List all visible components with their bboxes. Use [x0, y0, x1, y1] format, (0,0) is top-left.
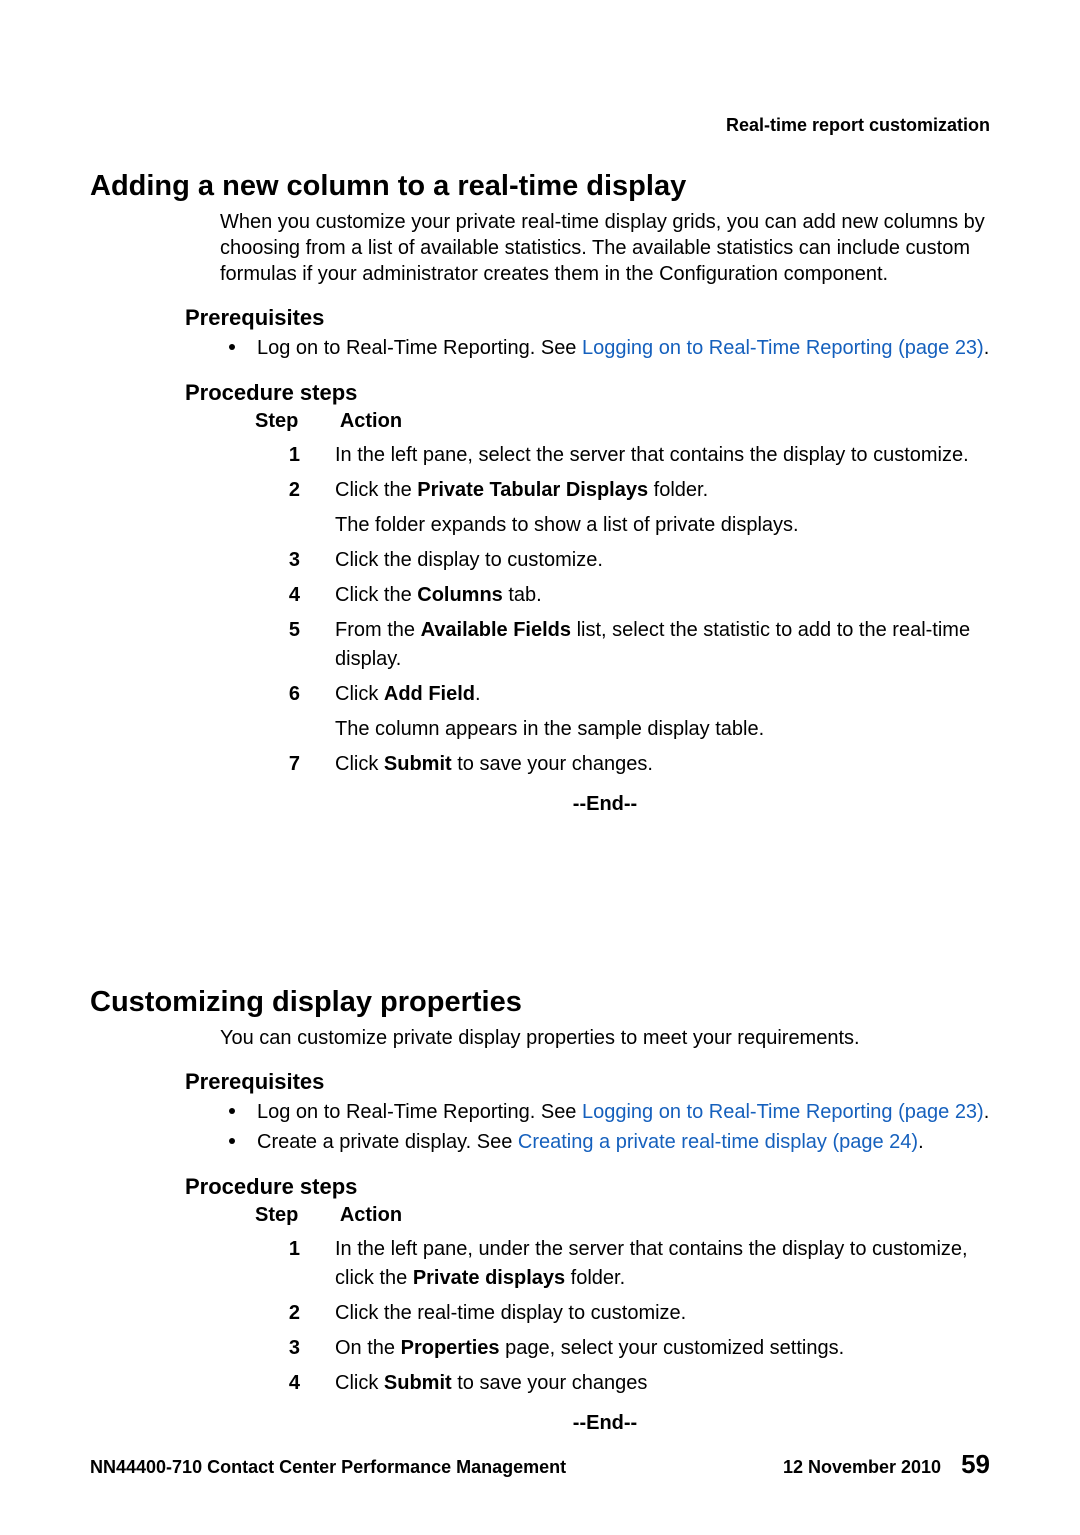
- procedure-step: 2Click the real-time display to customiz…: [255, 1299, 990, 1328]
- step-number: 3: [255, 1334, 335, 1363]
- bullet-icon: [229, 1108, 235, 1114]
- cross-reference-link[interactable]: Logging on to Real-Time Reporting (page …: [582, 337, 984, 359]
- step-label: Step: [255, 410, 335, 433]
- step-number: 6: [255, 680, 335, 709]
- step-header: Step Action: [255, 1204, 990, 1227]
- section2-prereq-heading: Prerequisites: [185, 1069, 990, 1095]
- step-text-fragment: In the left pane, select the server that…: [335, 444, 969, 466]
- procedure-step: 3Click the display to customize.: [255, 546, 990, 575]
- prereq-text: .: [918, 1131, 924, 1153]
- step-action: Click the Private Tabular Displays folde…: [335, 476, 990, 505]
- step-action: Click the display to customize.: [335, 546, 990, 575]
- prereq-text: .: [984, 337, 990, 359]
- step-action: In the left pane, under the server that …: [335, 1235, 990, 1293]
- step-result: The column appears in the sample display…: [335, 715, 990, 744]
- step-number: 1: [255, 1235, 335, 1293]
- prereq-item: Log on to Real-Time Reporting. See Loggi…: [255, 335, 990, 362]
- step-number: 3: [255, 546, 335, 575]
- step-number: 4: [255, 581, 335, 610]
- prereq-item: Log on to Real-Time Reporting. See Loggi…: [255, 1099, 990, 1126]
- step-action: Click the Columns tab.: [335, 581, 990, 610]
- section1-intro: When you customize your private real-tim…: [220, 209, 990, 287]
- procedure-step: 4Click Submit to save your changes: [255, 1369, 990, 1398]
- step-number: 7: [255, 750, 335, 779]
- step-text-fragment: Click: [335, 1372, 384, 1394]
- step-action: Click Submit to save your changes.: [335, 750, 990, 779]
- footer-doc-id: NN44400-710 Contact Center Performance M…: [90, 1457, 566, 1478]
- step-result: The folder expands to show a list of pri…: [335, 511, 990, 540]
- ui-element-name: Add Field: [384, 683, 475, 705]
- procedure-step: 4Click the Columns tab.: [255, 581, 990, 610]
- section1-prereq-heading: Prerequisites: [185, 305, 990, 331]
- step-number: 1: [255, 441, 335, 470]
- section2-title: Customizing display properties: [90, 986, 990, 1019]
- step-action: In the left pane, select the server that…: [335, 441, 990, 470]
- step-text-fragment: to save your changes.: [452, 753, 653, 775]
- step-text-fragment: .: [475, 683, 481, 705]
- step-number: 5: [255, 616, 335, 674]
- step-header: Step Action: [255, 410, 990, 433]
- step-text-fragment: Click the real-time display to customize…: [335, 1302, 686, 1324]
- step-action: Click Submit to save your changes: [335, 1369, 990, 1398]
- footer-page-number: 59: [961, 1449, 990, 1480]
- running-header: Real-time report customization: [726, 115, 990, 136]
- action-label: Action: [340, 1204, 402, 1226]
- cross-reference-link[interactable]: Logging on to Real-Time Reporting (page …: [582, 1101, 984, 1123]
- end-marker: --End--: [220, 1412, 990, 1435]
- procedure-step: 3On the Properties page, select your cus…: [255, 1334, 990, 1363]
- section2-proc-heading: Procedure steps: [185, 1174, 990, 1200]
- footer: NN44400-710 Contact Center Performance M…: [90, 1449, 990, 1480]
- procedure-step: 5From the Available Fields list, select …: [255, 616, 990, 674]
- footer-date: 12 November 2010: [783, 1457, 941, 1478]
- bullet-icon: [229, 344, 235, 350]
- ui-element-name: Columns: [417, 584, 503, 606]
- ui-element-name: Available Fields: [421, 619, 571, 641]
- step-action: Click Add Field.: [335, 680, 990, 709]
- section1-title: Adding a new column to a real-time displ…: [90, 170, 990, 203]
- cross-reference-link[interactable]: Creating a private real-time display (pa…: [518, 1131, 918, 1153]
- step-text-fragment: folder.: [648, 479, 708, 501]
- section1-proc-heading: Procedure steps: [185, 380, 990, 406]
- step-text-fragment: From the: [335, 619, 421, 641]
- procedure-step: 7Click Submit to save your changes.: [255, 750, 990, 779]
- page: Real-time report customization Adding a …: [0, 0, 1080, 1535]
- procedure-step: 1In the left pane, under the server that…: [255, 1235, 990, 1293]
- prereq-text: Log on to Real-Time Reporting. See: [257, 337, 582, 359]
- step-text-fragment: Click: [335, 683, 384, 705]
- prereq-text: .: [984, 1101, 990, 1123]
- step-text-fragment: On the: [335, 1337, 401, 1359]
- step-number: 2: [255, 1299, 335, 1328]
- step-action: Click the real-time display to customize…: [335, 1299, 990, 1328]
- ui-element-name: Properties: [401, 1337, 500, 1359]
- step-text-fragment: Click: [335, 753, 384, 775]
- ui-element-name: Submit: [384, 1372, 452, 1394]
- procedure-step: 6Click Add Field.: [255, 680, 990, 709]
- action-label: Action: [340, 410, 402, 432]
- step-number: 4: [255, 1369, 335, 1398]
- ui-element-name: Submit: [384, 753, 452, 775]
- ui-element-name: Private Tabular Displays: [417, 479, 648, 501]
- step-text-fragment: to save your changes: [452, 1372, 648, 1394]
- step-text-fragment: page, select your customized settings.: [500, 1337, 845, 1359]
- end-marker: --End--: [220, 793, 990, 816]
- prereq-text: Log on to Real-Time Reporting. See: [257, 1101, 582, 1123]
- bullet-icon: [229, 1138, 235, 1144]
- prereq-text: Create a private display. See: [257, 1131, 518, 1153]
- section2-intro: You can customize private display proper…: [220, 1025, 990, 1051]
- step-action: On the Properties page, select your cust…: [335, 1334, 990, 1363]
- prereq-item: Create a private display. See Creating a…: [255, 1129, 990, 1156]
- step-number: 2: [255, 476, 335, 505]
- step-label: Step: [255, 1204, 335, 1227]
- ui-element-name: Private displays: [413, 1267, 565, 1289]
- step-text-fragment: Click the display to customize.: [335, 549, 603, 571]
- procedure-step: 2Click the Private Tabular Displays fold…: [255, 476, 990, 505]
- procedure-step: 1In the left pane, select the server tha…: [255, 441, 990, 470]
- step-action: From the Available Fields list, select t…: [335, 616, 990, 674]
- step-text-fragment: tab.: [503, 584, 542, 606]
- step-text-fragment: Click the: [335, 479, 417, 501]
- step-text-fragment: Click the: [335, 584, 417, 606]
- step-text-fragment: folder.: [565, 1267, 625, 1289]
